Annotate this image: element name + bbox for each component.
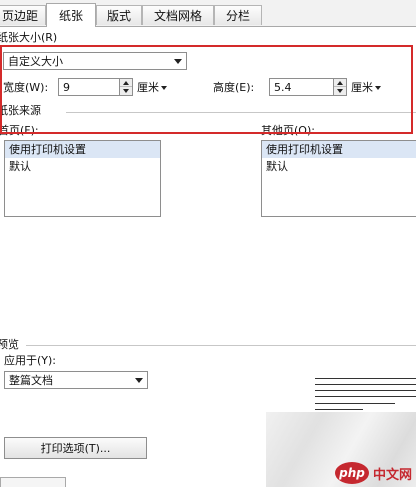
height-label: 高度(E): <box>213 81 255 94</box>
tab-columns[interactable]: 分栏 <box>214 5 262 25</box>
paper-size-section-label: 纸张大小(R) <box>0 31 58 44</box>
preview-line <box>315 390 416 391</box>
height-unit: 厘米 <box>351 81 373 94</box>
height-input[interactable]: 5.4 <box>269 78 334 96</box>
first-page-label: 首页(F): <box>0 124 39 137</box>
width-value: 9 <box>63 80 70 94</box>
chevron-down-icon <box>375 86 381 90</box>
print-options-button[interactable]: 打印选项(T)... <box>4 437 147 459</box>
preview-section-label: 预览 <box>0 338 19 351</box>
spin-down-button[interactable] <box>120 87 132 95</box>
list-item[interactable]: 默认 <box>262 158 416 175</box>
list-item[interactable]: 使用打印机设置 <box>262 141 416 158</box>
tab-label: 版式 <box>106 9 131 23</box>
first-page-listbox[interactable]: 使用打印机设置 默认 <box>4 140 161 217</box>
width-unit: 厘米 <box>137 81 159 94</box>
spin-down-button[interactable] <box>334 87 346 95</box>
height-value: 5.4 <box>274 80 292 94</box>
arrow-down-icon <box>337 89 343 93</box>
arrow-up-icon <box>123 80 129 85</box>
tab-label: 文档网格 <box>153 9 202 23</box>
preview-line <box>315 409 363 410</box>
width-unit-dropdown[interactable]: 厘米 <box>137 81 167 95</box>
logo-badge: php <box>335 462 369 484</box>
preview-line <box>315 403 395 404</box>
chevron-down-icon <box>135 378 143 383</box>
other-pages-label: 其他页(O): <box>261 124 315 137</box>
print-options-label: 打印选项(T)... <box>40 442 111 455</box>
tab-document-grid[interactable]: 文档网格 <box>142 5 214 25</box>
bottom-button-edge[interactable] <box>0 477 66 487</box>
section-divider <box>26 345 416 346</box>
tab-label: 纸张 <box>58 9 83 23</box>
paper-source-section-label: 纸张来源 <box>0 104 41 117</box>
spin-up-button[interactable] <box>334 79 346 87</box>
section-divider <box>66 112 416 113</box>
preview-line <box>315 396 416 397</box>
height-spinner[interactable] <box>334 78 347 96</box>
tab-layout[interactable]: 版式 <box>96 5 142 25</box>
tab-label: 分栏 <box>225 9 250 23</box>
other-pages-listbox[interactable]: 使用打印机设置 默认 <box>261 140 416 217</box>
chevron-down-icon <box>161 86 167 90</box>
arrow-up-icon <box>337 80 343 85</box>
height-unit-dropdown[interactable]: 厘米 <box>351 81 381 95</box>
chevron-down-icon <box>174 59 182 64</box>
paper-size-value: 自定义大小 <box>8 55 63 68</box>
list-item[interactable]: 使用打印机设置 <box>5 141 160 158</box>
apply-to-select[interactable]: 整篇文档 <box>4 371 148 389</box>
width-label: 宽度(W): <box>3 81 49 94</box>
site-logo: php 中文网 <box>335 462 412 484</box>
preview-line <box>315 378 416 379</box>
tab-margins[interactable]: 页边距 <box>0 5 46 25</box>
list-item[interactable]: 默认 <box>5 158 160 175</box>
paper-size-select[interactable]: 自定义大小 <box>3 52 187 70</box>
width-spinner[interactable] <box>120 78 133 96</box>
apply-to-label: 应用于(Y): <box>4 354 57 367</box>
preview-line <box>315 384 416 385</box>
apply-to-value: 整篇文档 <box>9 374 53 387</box>
spin-up-button[interactable] <box>120 79 132 87</box>
tab-label: 页边距 <box>1 9 38 23</box>
tab-paper[interactable]: 纸张 <box>46 3 96 27</box>
logo-text: 中文网 <box>373 467 413 483</box>
arrow-down-icon <box>123 89 129 93</box>
width-input[interactable]: 9 <box>58 78 120 96</box>
